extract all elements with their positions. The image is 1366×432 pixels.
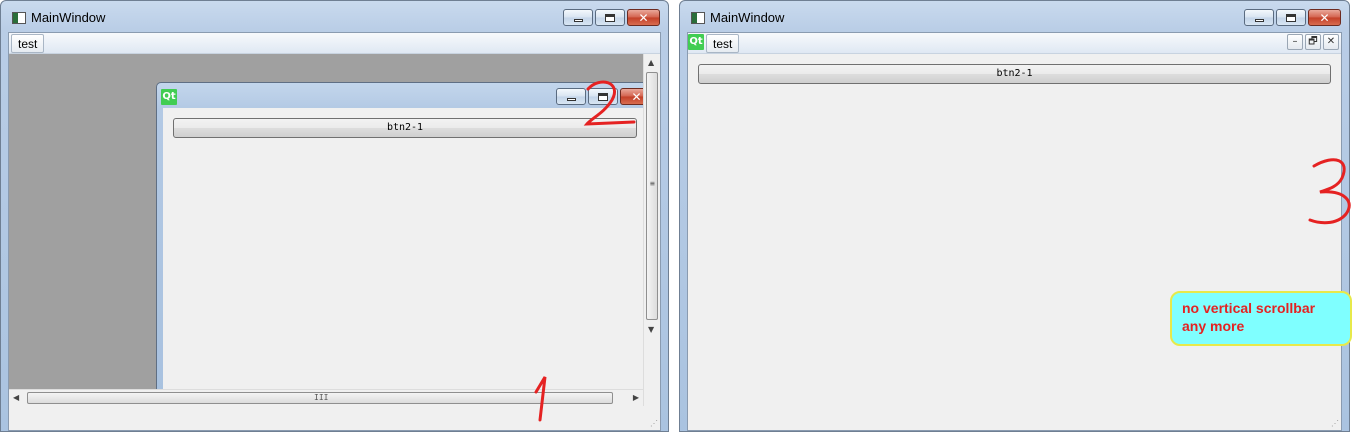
annotation-three-mark <box>1308 158 1351 225</box>
annotation-callout: no vertical scrollbar any more <box>1170 291 1352 346</box>
annotation-two-mark <box>583 80 636 126</box>
annotation-one-mark <box>534 376 547 422</box>
annotation-layer <box>534 80 1351 422</box>
